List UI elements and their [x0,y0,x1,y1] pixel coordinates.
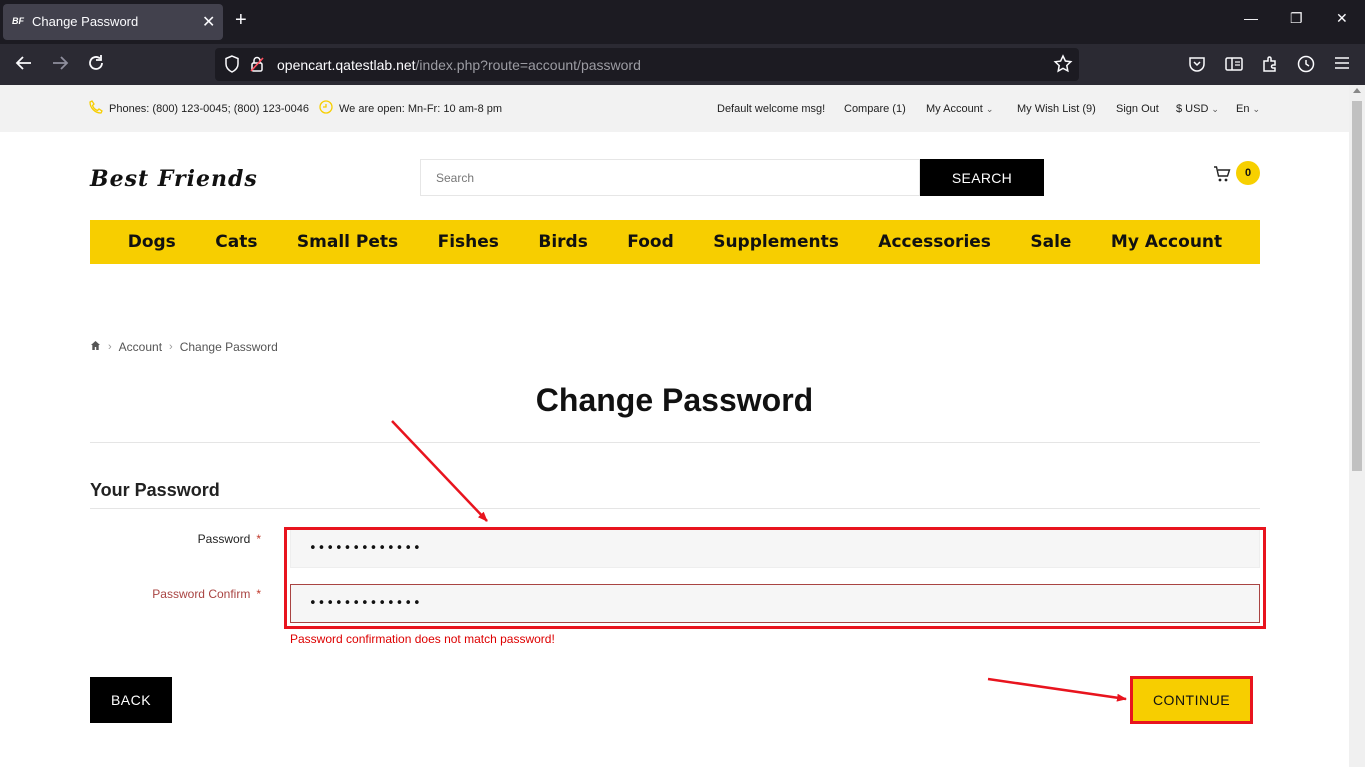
pocket-icon[interactable] [1188,55,1206,78]
scroll-up-arrow-icon[interactable] [1353,88,1361,93]
sign-out-link[interactable]: Sign Out [1116,103,1159,115]
restore-icon[interactable]: ❐ [1290,10,1303,27]
scrollbar-thumb[interactable] [1352,101,1362,471]
extensions-icon[interactable] [1261,55,1279,78]
menu-item-cats[interactable]: Cats [215,232,257,252]
section-title: Your Password [90,480,220,500]
home-icon[interactable] [90,340,101,354]
menu-item-fishes[interactable]: Fishes [438,232,499,252]
browser-nav-bar: opencart.qatestlab.net/index.php?route=a… [0,44,1365,85]
compare-link[interactable]: Compare (1) [844,103,906,115]
chevron-right-icon: › [108,341,112,353]
chevron-down-icon: ⌄ [1211,104,1219,114]
chevron-down-icon: ⌄ [1252,104,1261,114]
annotation-arrow-to-fields [391,420,488,522]
menu-item-food[interactable]: Food [627,232,673,252]
clock-icon [319,100,333,119]
browser-tab-bar: BF Change Password ✕ + — ❐ ✕ [0,0,1365,44]
phone-icon [89,100,103,119]
tracking-shield-icon[interactable] [224,55,240,78]
tab-favicon-icon: BF [12,16,24,26]
menu-item-dogs[interactable]: Dogs [128,232,176,252]
new-tab-icon[interactable]: + [235,10,247,30]
password-label-text: Password [197,532,251,546]
chevron-right-icon: › [169,341,173,353]
cart-count-badge[interactable]: 0 [1236,161,1260,185]
browser-tab[interactable]: BF Change Password ✕ [3,4,223,40]
password-confirm-field[interactable] [290,584,1260,623]
my-account-dropdown[interactable]: My Account ⌄ [926,103,993,115]
menu-item-supplements[interactable]: Supplements [713,232,839,252]
menu-item-my-account[interactable]: My Account [1111,232,1222,252]
url-text[interactable]: opencart.qatestlab.net/index.php?route=a… [277,57,641,73]
window-close-icon[interactable]: ✕ [1336,10,1348,27]
reload-icon[interactable] [87,54,105,77]
wishlist-link[interactable]: My Wish List (9) [1017,103,1096,115]
page-scrollbar[interactable] [1349,85,1365,767]
menu-item-birds[interactable]: Birds [538,232,587,252]
password-field[interactable] [290,529,1260,568]
history-clock-icon[interactable] [1297,55,1315,78]
divider [90,442,1260,443]
search-input[interactable] [420,159,920,196]
password-confirm-label: Password Confirm * [152,587,261,601]
annotation-arrow-to-continue [987,677,1127,702]
currency-dropdown[interactable]: $ USD ⌄ [1176,103,1219,115]
breadcrumb: › Account › Change Password [90,340,278,354]
continue-button[interactable]: CONTINUE [1130,676,1253,724]
chevron-down-icon: ⌄ [985,104,994,114]
password-label: Password * [198,532,261,546]
language-label: En [1236,103,1250,115]
opening-hours-text: We are open: Mn-Fr: 10 am-8 pm [339,103,503,115]
forward-arrow-icon[interactable] [51,54,69,77]
menu-item-accessories[interactable]: Accessories [878,232,991,252]
main-menu: Dogs Cats Small Pets Fishes Birds Food S… [90,220,1260,264]
store-logo[interactable]: Best Friends [90,166,258,192]
tab-title: Change Password [32,14,139,29]
hamburger-menu-icon[interactable] [1334,55,1350,76]
back-arrow-icon[interactable] [15,54,33,77]
search-button[interactable]: SEARCH [920,159,1044,196]
store-top-bar: Phones: (800) 123-0045; (800) 123-0046 W… [0,85,1349,132]
phones-text: Phones: (800) 123-0045; (800) 123-0046 [109,103,309,115]
welcome-message: Default welcome msg! [717,103,826,115]
insecure-lock-icon[interactable] [249,55,265,78]
breadcrumb-change-password[interactable]: Change Password [180,340,278,354]
password-mismatch-error: Password confirmation does not match pas… [290,632,555,646]
password-confirm-label-text: Password Confirm [152,587,251,601]
my-account-label: My Account [926,103,983,115]
required-mark: * [256,587,261,601]
back-button[interactable]: BACK [90,677,172,723]
tab-close-icon[interactable]: ✕ [202,12,215,32]
reader-view-icon[interactable] [1225,55,1243,78]
breadcrumb-account[interactable]: Account [119,340,162,354]
url-bar[interactable]: opencart.qatestlab.net/index.php?route=a… [215,48,1079,81]
cart-icon[interactable] [1213,165,1231,188]
menu-item-small-pets[interactable]: Small Pets [297,232,398,252]
required-mark: * [256,532,261,546]
language-dropdown[interactable]: En ⌄ [1236,103,1260,115]
page-title: Change Password [535,382,814,418]
divider [90,508,1260,509]
menu-item-sale[interactable]: Sale [1030,232,1071,252]
currency-label: $ USD [1176,103,1209,115]
bookmark-star-icon[interactable] [1053,54,1073,79]
minimize-icon[interactable]: — [1244,10,1258,26]
